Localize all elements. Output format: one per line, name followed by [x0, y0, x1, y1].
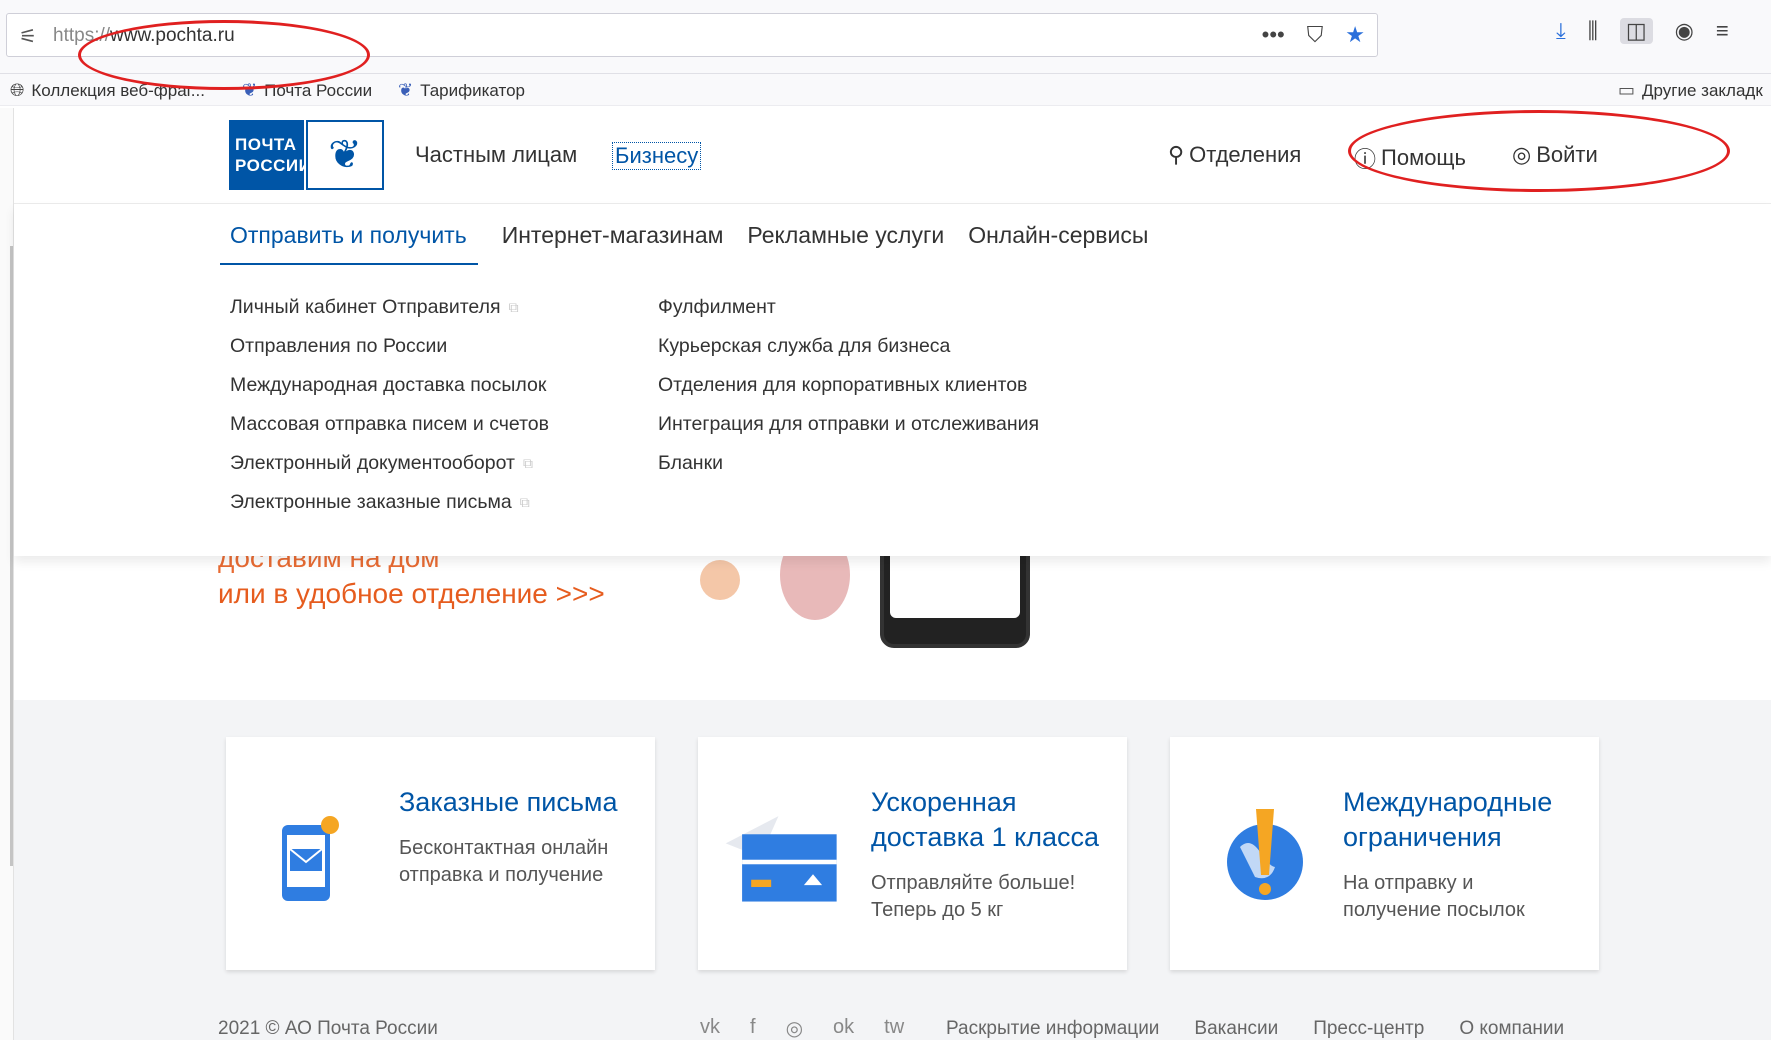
- eagle-icon: ❦: [398, 80, 414, 100]
- menu-item[interactable]: Массовая отправка писем и счетов: [230, 413, 549, 436]
- other-bookmarks[interactable]: ▭ Другие закладк: [1618, 80, 1763, 101]
- facebook-icon[interactable]: f: [750, 1016, 756, 1041]
- menu-column-2: Фулфилмент Курьерская служба для бизнеса…: [658, 296, 1039, 475]
- tab-online-shops[interactable]: Интернет-магазинам: [502, 222, 724, 265]
- footer-link[interactable]: Вакансии: [1194, 1018, 1278, 1040]
- site-logo[interactable]: ПОЧТА РОССИИ ❦: [229, 120, 384, 190]
- service-card-registered-letters[interactable]: Заказные письма Бесконтактная онлайн отп…: [226, 737, 655, 970]
- sidebar-toggle-icon[interactable]: ◫: [1619, 18, 1653, 44]
- vk-icon[interactable]: vk: [700, 1016, 720, 1041]
- tab-online-services[interactable]: Онлайн-сервисы: [968, 222, 1148, 265]
- eagle-icon: ❦: [242, 80, 258, 100]
- scrollbar[interactable]: [10, 246, 13, 866]
- odnoklassniki-icon[interactable]: ok: [833, 1016, 854, 1041]
- bookmark-item[interactable]: ❦ Тарификатор: [398, 80, 525, 101]
- site-permissions-icon[interactable]: ⚟: [19, 24, 37, 49]
- mega-menu: Отправить и получить Интернет-магазинам …: [14, 204, 1771, 556]
- help-icon: ⓘ: [1354, 147, 1377, 172]
- menu-item[interactable]: Личный кабинет Отправителя ⧉: [230, 296, 549, 319]
- menu-item[interactable]: Отделения для корпоративных клиентов: [658, 374, 1039, 397]
- tab-advertising[interactable]: Рекламные услуги: [747, 222, 944, 265]
- folder-icon: ▭: [1618, 80, 1636, 100]
- account-icon[interactable]: ◉: [1675, 18, 1694, 44]
- download-icon[interactable]: ⤓: [1556, 18, 1566, 44]
- url-bar[interactable]: ⚟ https://www.pochta.ru ••• ⛉ ★: [6, 13, 1378, 57]
- bookmark-star-icon[interactable]: ★: [1345, 22, 1365, 48]
- menu-item[interactable]: Электронный документооборот ⧉: [230, 452, 549, 475]
- menu-item[interactable]: Отправления по России: [230, 335, 549, 358]
- offices-link[interactable]: ⚲ Отделения: [1168, 142, 1301, 168]
- eagle-emblem-icon: ❦: [306, 120, 384, 190]
- page-actions-icon[interactable]: •••: [1262, 22, 1285, 48]
- footer-link[interactable]: Раскрытие информации: [946, 1018, 1159, 1040]
- service-card-international[interactable]: Международные ограничения На отправку и …: [1170, 737, 1599, 970]
- nav-business[interactable]: Бизнесу: [612, 142, 702, 170]
- footer-copyright: 2021 © АО Почта России: [218, 1018, 438, 1039]
- menu-item[interactable]: Фулфилмент: [658, 296, 1039, 319]
- menu-item[interactable]: Международная доставка посылок: [230, 374, 549, 397]
- globe-warning-icon: [1227, 809, 1303, 900]
- globe-icon: 🌐︎: [10, 80, 25, 100]
- fast-parcel-icon: [725, 816, 837, 902]
- bookmark-item[interactable]: 🌐︎ Коллекция веб-фраг...: [10, 80, 205, 101]
- help-link[interactable]: ⓘ Помощь: [1354, 142, 1466, 174]
- menu-column-1: Личный кабинет Отправителя ⧉ Отправления …: [230, 296, 549, 514]
- nav-private[interactable]: Частным лицам: [415, 142, 577, 168]
- footer-links: Раскрытие информации Вакансии Пресс-цент…: [946, 1018, 1564, 1040]
- menu-item[interactable]: Электронные заказные письма ⧉: [230, 491, 549, 514]
- external-link-icon: ⧉: [508, 299, 519, 315]
- menu-item[interactable]: Бланки: [658, 452, 1039, 475]
- instagram-icon[interactable]: ◎: [786, 1016, 803, 1041]
- twitter-icon[interactable]: tw: [884, 1016, 904, 1041]
- bookmarks-bar: 🌐︎ Коллекция веб-фраг... ❦ Почта России …: [0, 74, 1771, 106]
- url-text[interactable]: https://www.pochta.ru: [53, 25, 235, 47]
- login-link[interactable]: ◎ Войти: [1512, 142, 1598, 168]
- footer-link[interactable]: О компании: [1459, 1018, 1564, 1040]
- menu-item[interactable]: Курьерская служба для бизнеса: [658, 335, 1039, 358]
- phone-mail-icon: [282, 816, 339, 901]
- menu-icon[interactable]: ≡: [1716, 18, 1729, 44]
- map-pin-icon: ⚲: [1168, 142, 1185, 167]
- library-icon[interactable]: ⫼: [1588, 18, 1598, 44]
- tab-send-receive[interactable]: Отправить и получить: [220, 222, 478, 265]
- pocket-icon[interactable]: ⛉: [1307, 22, 1324, 48]
- service-card-first-class[interactable]: Ускоренная доставка 1 класса Отправляйте…: [698, 737, 1127, 970]
- menu-item[interactable]: Интеграция для отправки и отслеживания: [658, 413, 1039, 436]
- footer-link[interactable]: Пресс-центр: [1313, 1018, 1424, 1040]
- promo-banner-image: [700, 530, 1040, 650]
- social-links: vk f ◎ ok tw: [700, 1016, 904, 1041]
- bookmark-item[interactable]: ❦ Почта России: [242, 80, 372, 101]
- browser-toolbar: ⚟ https://www.pochta.ru ••• ⛉ ★ ⤓ ⫼ ◫ ◉ …: [0, 0, 1771, 74]
- user-icon: ◎: [1512, 142, 1532, 167]
- menu-tabs: Отправить и получить Интернет-магазинам …: [220, 222, 1148, 265]
- external-link-icon: ⧉: [522, 455, 533, 471]
- site-header: ПОЧТА РОССИИ ❦ Частным лицам Бизнесу ⚲ О…: [14, 108, 1771, 204]
- external-link-icon: ⧉: [519, 494, 530, 510]
